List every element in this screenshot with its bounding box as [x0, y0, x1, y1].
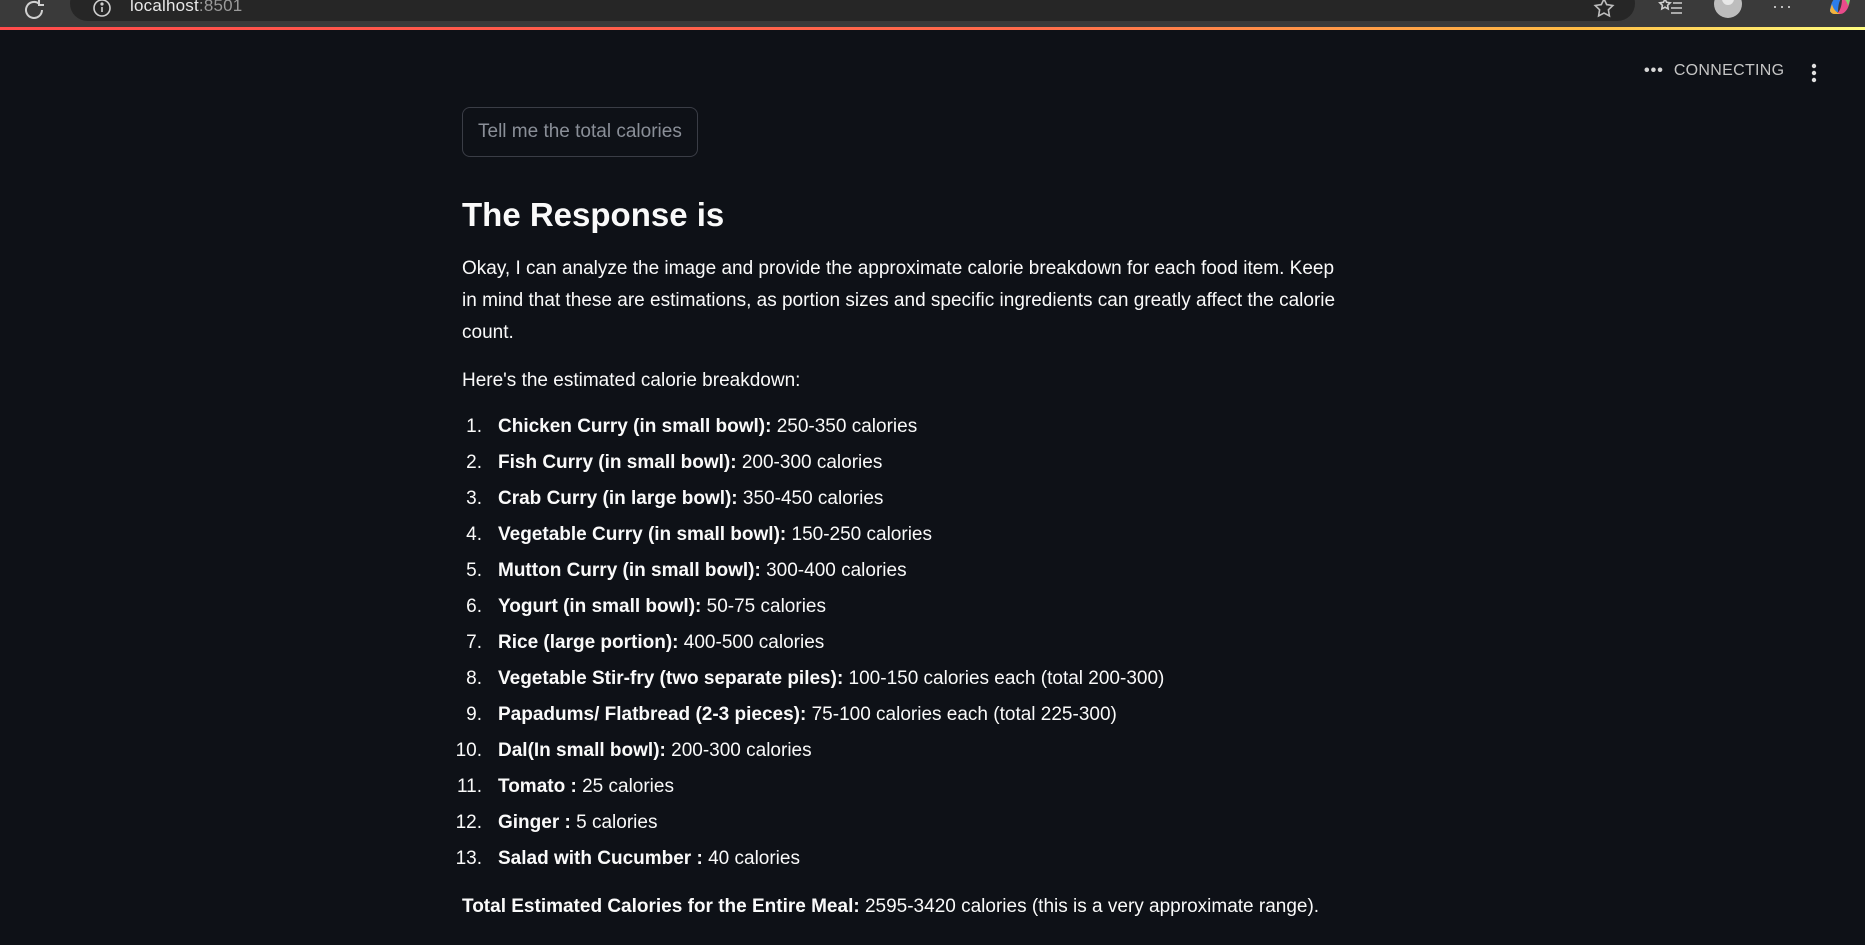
list-item-value: 350-450 calories	[737, 488, 884, 509]
status-dots-icon: •••	[1644, 62, 1664, 79]
list-item-number: 10.	[455, 740, 482, 761]
more-icon[interactable]: ···	[1772, 0, 1793, 17]
status-text: CONNECTING	[1673, 62, 1785, 79]
list-item: 12. Ginger : 5 calories	[456, 805, 1342, 841]
calorie-list: 1. Chicken Curry (in small bowl): 250-350…	[456, 409, 1342, 877]
list-item: 7. Rice (large portion): 400-500 calories	[462, 625, 1342, 661]
list-item: 1. Chicken Curry (in small bowl): 250-350…	[462, 409, 1342, 445]
list-item-name: Mutton Curry (in small bowl):	[498, 560, 761, 581]
url-text[interactable]: localhost:8501	[130, 0, 242, 16]
info-icon[interactable]	[92, 0, 112, 18]
list-item: 2. Fish Curry (in small bowl): 200-300 ca…	[462, 445, 1342, 481]
address-bar[interactable]	[70, 0, 1635, 21]
list-item-name: Dal(In small bowl):	[498, 740, 666, 761]
url-host: localhost	[130, 0, 199, 15]
list-item-number: 2.	[466, 452, 482, 473]
list-item: 3. Crab Curry (in large bowl): 350-450 ca…	[462, 481, 1342, 517]
list-item: 8. Vegetable Stir-fry (two separate piles…	[462, 661, 1342, 697]
list-item-number: 1.	[466, 416, 482, 437]
list-item-value: 100-150 calories each (total 200-300)	[843, 668, 1165, 689]
loading-progress-bar	[0, 27, 1865, 30]
list-item-value: 50-75 calories	[701, 596, 826, 617]
list-item-number: 4.	[466, 524, 482, 545]
star-icon[interactable]	[1592, 0, 1616, 20]
list-item-name: Yogurt (in small bowl):	[498, 596, 702, 617]
response-intro: Okay, I can analyze the image and provid…	[462, 258, 1336, 343]
list-item-name: Vegetable Curry (in small bowl):	[498, 524, 787, 545]
total-label: Total Estimated Calories for the Entire …	[462, 896, 860, 917]
avatar[interactable]	[1714, 0, 1742, 18]
list-item-name: Salad with Cucumber :	[498, 848, 703, 869]
list-item-value: 250-350 calories	[771, 416, 918, 437]
response-heading: The Response is	[462, 196, 725, 233]
list-item-value: 200-300 calories	[736, 452, 883, 473]
list-item: 4. Vegetable Curry (in small bowl): 150-2…	[462, 517, 1342, 553]
reload-icon[interactable]	[22, 0, 46, 22]
url-port: :8501	[198, 0, 243, 15]
list-item: 11. Tomato : 25 calories	[457, 769, 1342, 805]
list-item-value: 25 calories	[576, 776, 674, 797]
list-item: 6. Yogurt (in small bowl): 50-75 calories	[462, 589, 1342, 625]
list-item: 9. Papadums/ Flatbread (2-3 pieces): 75-1…	[462, 697, 1342, 733]
list-item: 5. Mutton Curry (in small bowl): 300-400 …	[462, 553, 1342, 589]
list-item-number: 8.	[466, 668, 482, 689]
list-item-value: 150-250 calories	[786, 524, 933, 545]
browser-toolbar: localhost:8501 ···	[0, 0, 1865, 29]
breakdown-lead: Here's the estimated calorie breakdown:	[462, 370, 801, 391]
list-item-value: 400-500 calories	[678, 632, 825, 653]
list-item-number: 9.	[466, 704, 482, 725]
total-calories-text: Total Estimated Calories for the Entire …	[462, 893, 1342, 921]
favorites-icon[interactable]	[1658, 0, 1684, 20]
total-calories-button[interactable]: Tell me the total calories	[462, 107, 698, 157]
list-item-name: Papadums/ Flatbread (2-3 pieces):	[498, 704, 807, 725]
main-content: Tell me the total calories The Response …	[456, 107, 1342, 921]
list-item-value: 5 calories	[570, 812, 658, 833]
list-item-number: 12.	[455, 812, 482, 833]
connection-status: ••• CONNECTING	[1644, 62, 1784, 80]
list-item-name: Fish Curry (in small bowl):	[498, 452, 737, 473]
list-item-value: 200-300 calories	[665, 740, 812, 761]
list-item-name: Chicken Curry (in small bowl):	[498, 416, 772, 437]
list-item-name: Ginger :	[498, 812, 571, 833]
main-menu-icon[interactable]	[1804, 58, 1824, 86]
list-item: 10. Dal(In small bowl): 200-300 calories	[456, 733, 1342, 769]
list-item-name: Tomato :	[498, 776, 577, 797]
list-item-number: 7.	[466, 632, 482, 653]
list-item-number: 13.	[455, 848, 482, 869]
list-item-name: Rice (large portion):	[498, 632, 679, 653]
list-item-value: 75-100 calories each (total 225-300)	[806, 704, 1117, 725]
list-item-name: Crab Curry (in large bowl):	[498, 488, 738, 509]
list-item-value: 300-400 calories	[760, 560, 907, 581]
list-item-number: 5.	[466, 560, 482, 581]
list-item-number: 11.	[456, 776, 482, 797]
copilot-icon[interactable]	[1826, 0, 1854, 18]
list-item-name: Vegetable Stir-fry (two separate piles):	[498, 668, 844, 689]
list-item-number: 6.	[466, 596, 482, 617]
list-item: 13. Salad with Cucumber : 40 calories	[456, 841, 1342, 877]
list-item-number: 3.	[466, 488, 482, 509]
total-value: 2595-3420 calories (this is a very appro…	[859, 896, 1320, 917]
list-item-value: 40 calories	[702, 848, 800, 869]
